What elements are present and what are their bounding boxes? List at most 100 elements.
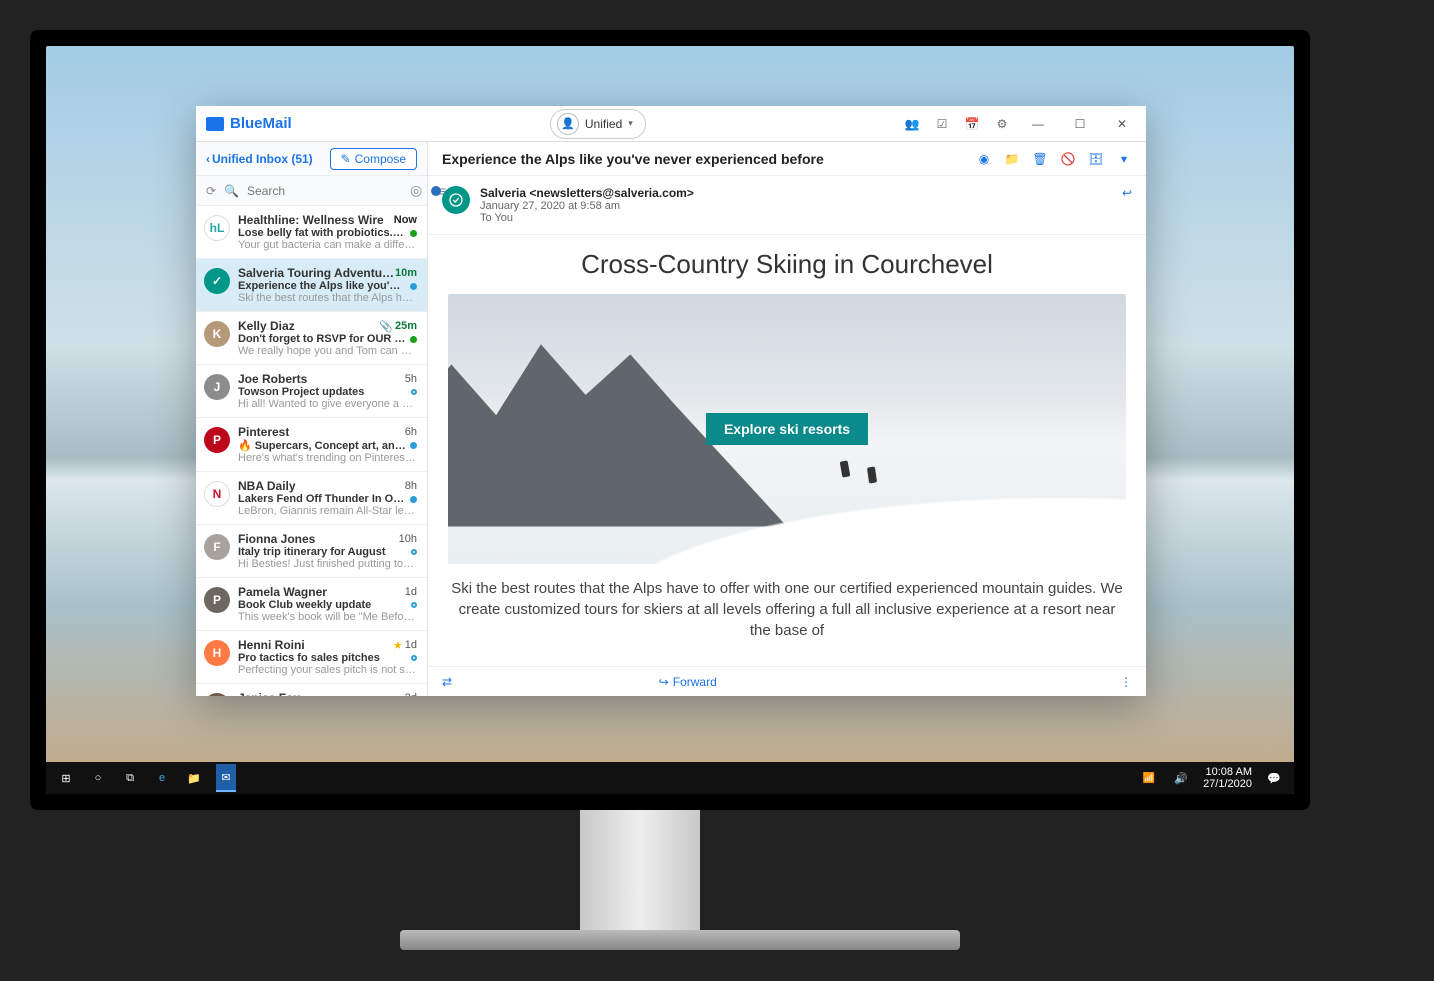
email-list-item[interactable]: FFionna Jones10hItaly trip itinerary for… <box>196 525 427 578</box>
status-dot-icon <box>411 655 417 661</box>
email-list-item[interactable]: JJoe Roberts5hTowson Project updatesHi a… <box>196 365 427 418</box>
share-icon[interactable]: ⇄ <box>442 675 452 689</box>
sender-avatar-icon: hL <box>204 215 230 241</box>
email-subject: 🔥 Supercars, Concept art, and more Pins… <box>238 439 406 452</box>
sender-name: Janice Fox <box>238 691 300 696</box>
notifications-icon[interactable]: 💬 <box>1264 768 1284 788</box>
bluemail-taskbar-icon[interactable]: ✉ <box>216 764 236 792</box>
bluemail-window: BlueMail 👤 Unified ▾ 👥 ☑ 📅 ⚙ — ☐ ✕ <box>196 106 1146 696</box>
forward-button[interactable]: ↪ Forward <box>659 675 717 689</box>
wifi-icon[interactable]: 📶 <box>1139 768 1159 788</box>
recipient-line: To You <box>480 212 1112 224</box>
sender-avatar-icon: F <box>204 534 230 560</box>
pencil-icon: ✎ <box>341 152 351 166</box>
email-list-item[interactable]: P Pinterest 6h🔥 Supercars, Concept art, an… <box>196 418 427 472</box>
forward-arrow-icon: ↪ <box>659 675 669 689</box>
email-heading: Cross-Country Skiing in Courchevel <box>448 249 1126 280</box>
email-subject: Book Club weekly update <box>238 599 371 611</box>
email-body-text: Ski the best routes that the Alps have t… <box>448 578 1126 641</box>
window-close-button[interactable]: ✕ <box>1108 117 1136 131</box>
delete-icon[interactable]: 🗑 <box>1032 151 1048 167</box>
email-time: 1d <box>405 586 417 598</box>
email-time: 8h <box>405 480 417 492</box>
email-preview: Perfecting your sales pitch is not somet… <box>238 664 417 676</box>
file-explorer-icon[interactable]: 📁 <box>184 768 204 788</box>
system-clock[interactable]: 10:08 AM 27/1/2020 <box>1203 766 1252 790</box>
archive-icon[interactable]: 🗄 <box>1088 151 1104 167</box>
titlebar: BlueMail 👤 Unified ▾ 👥 ☑ 📅 ⚙ — ☐ ✕ <box>196 106 1146 142</box>
back-to-inbox[interactable]: ‹ Unified Inbox (51) <box>206 152 313 166</box>
account-picker-label: Unified <box>585 117 622 131</box>
edge-icon[interactable]: e <box>152 768 172 788</box>
email-subject: Towson Project updates <box>238 386 364 398</box>
status-dot-icon <box>410 230 417 237</box>
compose-button[interactable]: ✎ Compose <box>330 148 417 170</box>
search-input[interactable] <box>247 184 402 198</box>
email-preview: Your gut bacteria can make a difference … <box>238 239 417 251</box>
reply-icon[interactable]: ↩ <box>1122 186 1132 200</box>
email-list-item[interactable]: ✓Salveria Touring Adventures10mExperienc… <box>196 259 427 312</box>
email-list-item[interactable]: HHenni Roini★1dPro tactics fo sales pitc… <box>196 631 427 684</box>
email-list-item[interactable]: JJanice Fox2d <box>196 684 427 696</box>
compose-label: Compose <box>355 152 406 166</box>
sender-name: Pinterest <box>238 425 289 439</box>
windows-taskbar: ⊞ ○ ⧉ e 📁 ✉ 📶 🔊 10:08 AM 27/1/2020 💬 <box>46 762 1294 794</box>
sender-name: Salveria Touring Adventures <box>238 266 395 280</box>
status-dot-icon <box>410 336 417 343</box>
sent-date: January 27, 2020 at 9:58 am <box>480 200 1112 212</box>
email-list-item[interactable]: hLHealthline: Wellness WireNowLose belly… <box>196 206 427 259</box>
filter-circle-icon[interactable]: ◎ <box>410 182 422 199</box>
email-preview: Ski the best routes that the Alps have t… <box>238 292 417 304</box>
more-vertical-icon[interactable]: ⋮ <box>1120 675 1132 689</box>
email-subject: Italy trip itinerary for August <box>238 546 386 558</box>
email-time: 10m <box>395 267 417 279</box>
star-icon: ★ <box>393 639 403 652</box>
sender-avatar-icon: J <box>204 693 230 696</box>
task-view-icon[interactable]: ⧉ <box>120 768 140 788</box>
account-picker[interactable]: 👤 Unified ▾ <box>550 109 646 139</box>
clock-time: 10:08 AM <box>1203 766 1252 778</box>
status-dot-icon <box>410 442 417 449</box>
email-preview: Here's what's trending on Pinterest EQ s… <box>238 452 417 464</box>
people-icon[interactable]: 👥 <box>904 117 920 131</box>
cta-button[interactable]: Explore ski resorts <box>706 413 868 445</box>
email-list-item[interactable]: PPamela Wagner1dBook Club weekly updateT… <box>196 578 427 631</box>
bluemail-logo-icon <box>206 117 224 131</box>
email-list-item[interactable]: KKelly Diaz📎25mDon't forget to RSVP for … <box>196 312 427 365</box>
sync-icon[interactable]: ⟳ <box>206 184 216 198</box>
sender-avatar <box>442 186 470 214</box>
email-time: Now <box>394 214 417 226</box>
status-dot-icon <box>411 389 417 395</box>
status-dot-icon <box>410 283 417 290</box>
attachment-icon: 📎 <box>379 320 393 333</box>
volume-icon[interactable]: 🔊 <box>1171 768 1191 788</box>
email-time: 5h <box>405 373 417 385</box>
sender-name-address: Salveria <newsletters@salveria.com> <box>480 186 694 200</box>
spam-icon[interactable]: 🚫 <box>1060 151 1076 167</box>
sender-avatar-icon: P <box>204 427 230 453</box>
email-preview: This week's book will be "Me Before You"… <box>238 611 417 623</box>
status-dot-icon <box>410 496 417 503</box>
cortana-icon[interactable]: ○ <box>88 768 108 788</box>
forward-label: Forward <box>673 675 717 689</box>
sender-avatar-icon: N <box>204 481 230 507</box>
calendar-icon[interactable]: 📅 <box>964 117 980 131</box>
reading-pane: Experience the Alps like you've never ex… <box>428 142 1146 696</box>
window-minimize-button[interactable]: — <box>1024 117 1052 131</box>
email-subject: Don't forget to RSVP for OUR Wedding!! <box>238 333 406 345</box>
email-time: 6h <box>405 426 417 438</box>
app-name: BlueMail <box>230 115 292 132</box>
more-chevron-icon[interactable]: ▾ <box>1116 151 1132 167</box>
sender-avatar-icon: ✓ <box>204 268 230 294</box>
window-maximize-button[interactable]: ☐ <box>1066 117 1094 131</box>
sender-name: Henni Roini <box>238 638 305 652</box>
hero-image: Explore ski resorts <box>448 294 1126 564</box>
app-brand: BlueMail <box>206 115 292 132</box>
tasks-icon[interactable]: ☑ <box>934 117 950 131</box>
start-button[interactable]: ⊞ <box>56 768 76 788</box>
move-folder-icon[interactable]: 📁 <box>1004 151 1020 167</box>
gear-icon[interactable]: ⚙ <box>994 117 1010 131</box>
email-time: ★1d <box>393 639 417 652</box>
email-list-item[interactable]: NNBA Daily8hLakers Fend Off Thunder In O… <box>196 472 427 525</box>
mark-read-icon[interactable]: ◉ <box>976 151 992 167</box>
